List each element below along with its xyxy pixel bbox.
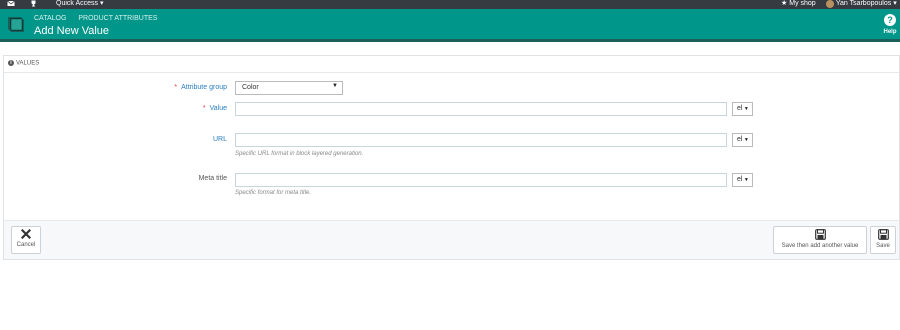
close-icon — [12, 228, 40, 241]
caret-down-icon: ▼ — [742, 137, 749, 143]
attribute-group-select[interactable]: Color ▼ — [235, 81, 343, 95]
star-icon: ★ — [781, 0, 788, 7]
meta-title-label-text: Meta title — [198, 175, 227, 182]
value-label-text: Value — [209, 105, 227, 112]
help-button[interactable]: ? Help — [882, 14, 898, 35]
caret-down-icon: ▼ — [332, 83, 338, 89]
envelope-icon[interactable] — [7, 0, 15, 9]
my-shop-label: My shop — [789, 0, 816, 7]
save-and-add-another-label: Save then add another value — [781, 243, 859, 249]
breadcrumb-catalog[interactable]: CATALOG — [34, 15, 66, 22]
top-bar: Quick Access ▾ ★ My shop Yan Tsarbopoulo… — [0, 0, 900, 9]
panel-footer — [3, 220, 900, 260]
url-help-text: Specific URL format in block layered gen… — [235, 151, 364, 157]
trophy-icon[interactable] — [30, 0, 37, 9]
help-label: Help — [883, 29, 897, 35]
help-icon: ? — [884, 14, 896, 26]
meta-title-help-text: Specific format for meta title. — [235, 190, 312, 196]
url-label-text: URL — [212, 136, 227, 143]
value-label: * Value — [130, 105, 227, 112]
breadcrumb: CATALOG PRODUCT ATTRIBUTES — [34, 15, 167, 22]
header-divider — [0, 39, 900, 42]
save-label: Save — [876, 243, 890, 249]
caret-down-icon: ▾ — [893, 0, 897, 7]
save-and-add-another-button[interactable]: Save then add another value — [773, 226, 867, 254]
panel-heading: i VALUES — [4, 56, 899, 73]
attribute-group-label: * Attribute group — [130, 84, 227, 91]
panel-heading-label: VALUES — [16, 60, 40, 67]
meta-title-language-dropdown[interactable]: el ▼ — [732, 173, 753, 187]
page-header — [0, 9, 900, 39]
catalog-book-icon — [5, 13, 27, 35]
quick-access-menu[interactable]: Quick Access ▾ — [56, 0, 103, 9]
breadcrumb-product-attributes[interactable]: PRODUCT ATTRIBUTES — [78, 15, 157, 22]
url-language-dropdown[interactable]: el ▼ — [732, 133, 753, 147]
cancel-button[interactable]: Cancel — [11, 226, 41, 254]
url-input[interactable] — [235, 133, 727, 147]
value-input[interactable] — [235, 102, 727, 116]
cancel-label: Cancel — [16, 242, 36, 248]
caret-down-icon: ▾ — [99, 0, 104, 7]
quick-access-label: Quick Access — [56, 0, 99, 7]
save-icon — [871, 229, 895, 242]
attribute-group-value: Color — [242, 84, 259, 91]
value-language-dropdown[interactable]: el ▼ — [732, 102, 753, 116]
save-button[interactable]: Save — [870, 226, 896, 254]
save-icon — [774, 229, 866, 242]
meta-title-label: Meta title — [130, 175, 227, 182]
required-marker: * — [174, 84, 178, 91]
info-icon: i — [8, 60, 14, 66]
user-menu[interactable]: Yan Tsarbopoulos ▾ — [826, 0, 897, 9]
avatar — [826, 0, 834, 8]
caret-down-icon: ▼ — [742, 106, 749, 112]
attribute-group-label-text: Attribute group — [181, 84, 227, 91]
my-shop-link[interactable]: ★ My shop — [781, 0, 816, 9]
user-name: Yan Tsarbopoulos — [835, 0, 892, 7]
url-label: URL — [130, 136, 227, 143]
meta-title-input[interactable] — [235, 173, 727, 187]
caret-down-icon: ▼ — [742, 177, 749, 183]
required-marker: * — [202, 105, 206, 112]
page-title: Add New Value — [34, 25, 110, 37]
